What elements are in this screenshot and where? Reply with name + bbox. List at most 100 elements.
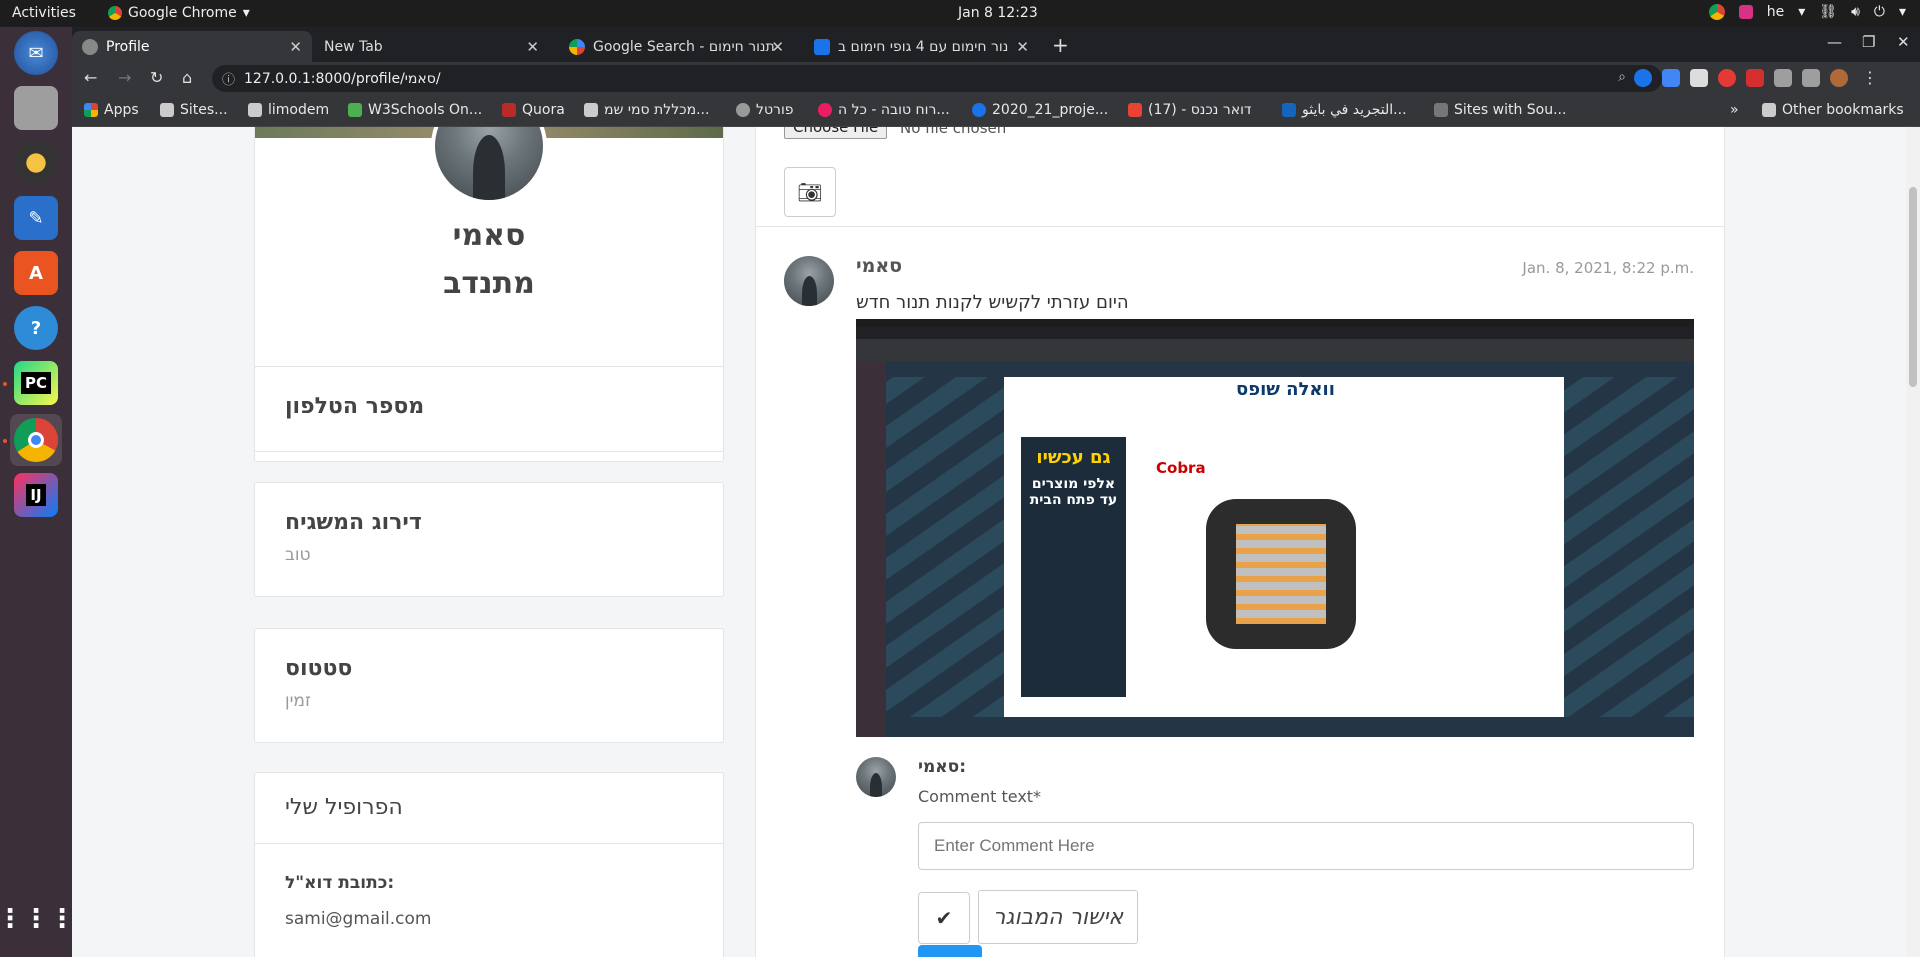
tab-google-search[interactable]: Google Search - תנור חימום ✕ xyxy=(559,31,794,62)
files-launcher[interactable] xyxy=(10,82,62,134)
camera-icon: 📷︎ xyxy=(797,180,823,204)
bookmark-apps[interactable]: Apps xyxy=(84,102,139,118)
reload-button[interactable]: ↻ xyxy=(150,68,163,87)
other-bookmarks[interactable]: Other bookmarks xyxy=(1762,102,1904,118)
embedded-brand: Cobra xyxy=(1156,459,1206,477)
extension-icon[interactable] xyxy=(1690,69,1708,87)
divider xyxy=(255,843,723,844)
tab-strip: Profile ✕ New Tab ✕ Google Search - תנור… xyxy=(72,27,1920,62)
url-text: 127.0.0.1:8000/profile/סאמי/ xyxy=(244,70,441,87)
app-menu[interactable]: Google Chrome ▾ xyxy=(108,5,250,21)
bookmark-item[interactable]: מכללת סמי שמ... xyxy=(584,102,709,118)
more-bookmarks-icon[interactable]: » xyxy=(1730,102,1739,118)
tab-label: Profile xyxy=(106,38,150,55)
folder-icon xyxy=(1762,103,1776,117)
tab-label: New Tab xyxy=(324,38,383,55)
post-author[interactable]: סאמי xyxy=(856,255,902,277)
mail-icon: ✉ xyxy=(14,31,58,75)
browser-toolbar: ← → ↻ ⌂ ⓘ 127.0.0.1:8000/profile/סאמי/ ⌕… xyxy=(72,62,1920,95)
comment-input[interactable] xyxy=(918,822,1694,870)
scrollbar-thumb[interactable] xyxy=(1909,187,1917,387)
comment-avatar xyxy=(856,757,896,797)
translate-icon[interactable] xyxy=(1662,69,1680,87)
intellij-launcher[interactable]: IJ xyxy=(10,469,62,521)
extension-icon[interactable] xyxy=(1634,69,1652,87)
post-author-avatar xyxy=(784,256,834,306)
bookmark-item[interactable]: פורטל xyxy=(736,102,794,118)
approve-checkbox[interactable]: ✔ xyxy=(918,892,970,944)
home-button[interactable]: ⌂ xyxy=(182,68,192,87)
network-icon: ⛓ xyxy=(1819,4,1838,20)
thunderbird-launcher[interactable]: ✉ xyxy=(10,27,62,79)
bookmark-label: פורטל xyxy=(756,102,794,118)
embedded-banner-right xyxy=(1564,377,1694,717)
maximize-button[interactable]: ❐ xyxy=(1862,33,1875,51)
status-title: סטטוס xyxy=(285,656,353,681)
bookmark-item[interactable]: Sites... xyxy=(160,102,228,118)
close-icon[interactable]: ✕ xyxy=(289,38,302,56)
camera-icon[interactable] xyxy=(1774,69,1792,87)
bookmark-item[interactable]: limodem xyxy=(248,102,329,118)
tab-profile[interactable]: Profile ✕ xyxy=(72,31,312,62)
rhythmbox-launcher[interactable] xyxy=(10,137,62,189)
divider xyxy=(756,226,1724,227)
bookmark-item[interactable]: Sites with Sou... xyxy=(1434,102,1566,118)
menu-icon[interactable]: ⋮ xyxy=(1862,68,1878,87)
profile-role: מתנדב xyxy=(443,266,535,301)
tab-walla-shops[interactable]: תנור חימום עם 4 גופי חימום ב ✕ xyxy=(804,31,1039,62)
activities-button[interactable]: Activities xyxy=(12,5,76,21)
globe-icon xyxy=(82,38,98,55)
bookmark-item[interactable]: 2020_21_proje... xyxy=(972,102,1108,118)
profile-avatar-icon[interactable] xyxy=(1830,69,1848,87)
minimize-button[interactable]: — xyxy=(1827,33,1842,51)
bookmark-item[interactable]: Quora xyxy=(502,102,565,118)
software-launcher[interactable]: A xyxy=(10,247,62,299)
extension-icon[interactable] xyxy=(1718,69,1736,87)
camera-button[interactable]: 📷︎ xyxy=(784,167,836,217)
scrollbar-track[interactable] xyxy=(1906,127,1920,957)
tab-new-tab[interactable]: New Tab ✕ xyxy=(314,31,549,62)
software-center-icon: A xyxy=(14,251,58,295)
writer-launcher[interactable]: ✎ xyxy=(10,192,62,244)
system-tray[interactable]: he ▾ ⛓ 🔊︎ ⏻ ▾ xyxy=(1708,4,1906,20)
forward-button[interactable]: → xyxy=(118,68,131,87)
bookmark-item[interactable]: W3Schools On... xyxy=(348,102,482,118)
folder-icon xyxy=(14,86,58,130)
close-icon[interactable]: ✕ xyxy=(526,38,539,56)
close-icon[interactable]: ✕ xyxy=(1016,38,1029,56)
clock[interactable]: Jan 8 12:23 xyxy=(958,5,1038,21)
post-image[interactable]: וואלה שופס גם עכשיו אלפי מוצרים עד פתח ה… xyxy=(856,319,1694,737)
app-tray-icon xyxy=(1738,5,1753,19)
pycharm-icon: PC xyxy=(14,361,58,405)
pycharm-launcher[interactable]: PC xyxy=(10,357,62,409)
post-date: Jan. 8, 2021, 8:22 p.m. xyxy=(1522,259,1694,277)
extension-icon[interactable] xyxy=(1746,69,1764,87)
help-launcher[interactable]: ? xyxy=(10,302,62,354)
zoom-icon[interactable]: ⌕ xyxy=(1618,69,1626,85)
app-name: Google Chrome xyxy=(128,5,237,21)
choose-file-button[interactable]: Choose File xyxy=(784,127,888,139)
back-button[interactable]: ← xyxy=(84,68,97,87)
puzzle-icon[interactable] xyxy=(1802,69,1820,87)
bookmark-label: Apps xyxy=(104,102,139,118)
embedded-tabs xyxy=(856,327,1694,339)
phone-title: מספר הטלפון xyxy=(285,394,425,419)
comment-label: Comment text* xyxy=(918,787,1042,806)
approve-label[interactable]: אישור המבוגר xyxy=(978,890,1139,944)
walla-icon xyxy=(814,38,830,55)
gmail-icon xyxy=(1128,103,1142,117)
bookmark-item[interactable]: רוח טובה - כל ה... xyxy=(818,102,950,118)
show-apps-button[interactable]: ⋮⋮⋮ xyxy=(0,893,75,945)
info-icon[interactable]: ⓘ xyxy=(222,69,235,88)
new-tab-button[interactable]: + xyxy=(1052,33,1069,57)
chrome-launcher[interactable] xyxy=(10,414,62,466)
address-bar[interactable]: ⓘ 127.0.0.1:8000/profile/סאמי/ ⌕ ☆ xyxy=(212,65,1662,92)
grid-icon: ⋮⋮⋮ xyxy=(0,904,75,934)
close-icon[interactable]: ✕ xyxy=(771,38,784,56)
bookmark-item[interactable]: דואר נכנס - (17) xyxy=(1128,102,1252,118)
language-indicator[interactable]: he xyxy=(1767,4,1785,20)
submit-comment-button[interactable] xyxy=(918,945,982,957)
bookmark-item[interactable]: التجريد في بايثو... xyxy=(1282,102,1407,118)
window-close-button[interactable]: ✕ xyxy=(1897,33,1910,51)
volume-icon: 🔊︎ xyxy=(1851,4,1860,20)
